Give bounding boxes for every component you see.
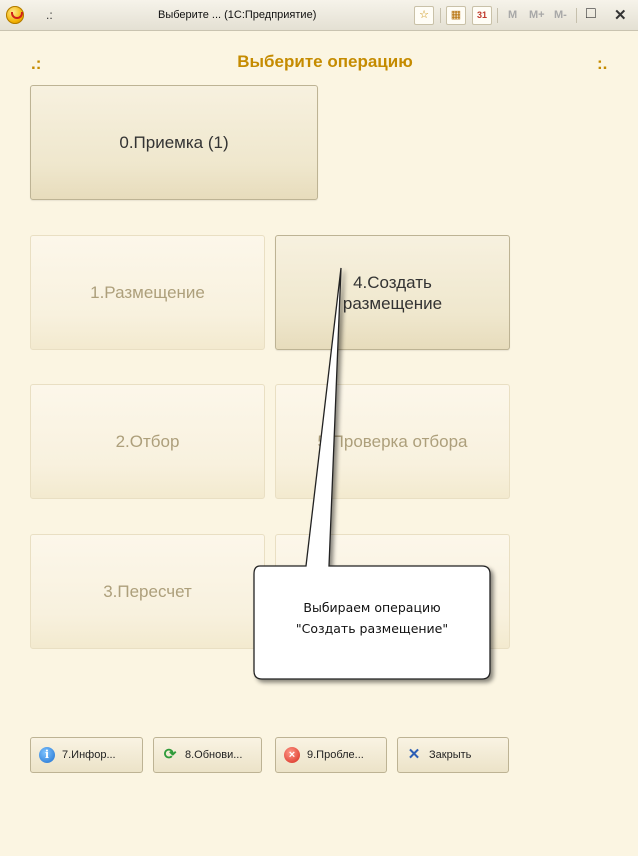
close-button[interactable]: ✕ Закрыть: [397, 737, 509, 773]
button-label: 9.Пробле...: [307, 749, 364, 761]
info-icon: i: [39, 747, 55, 763]
problems-button[interactable]: × 9.Пробле...: [275, 737, 387, 773]
button-label: Закрыть: [429, 749, 472, 761]
button-label: 8.Обнови...: [185, 749, 243, 761]
callout-text: Выбираем операцию "Создать размещение": [254, 597, 490, 639]
callout-line-1: Выбираем операцию: [303, 600, 441, 615]
button-label: 7.Инфор...: [62, 749, 116, 761]
callout-line-2: "Создать размещение": [295, 621, 449, 636]
refresh-icon: ⟳: [163, 746, 177, 763]
info-button[interactable]: i 7.Инфор...: [30, 737, 143, 773]
refresh-button[interactable]: ⟳ 8.Обнови...: [153, 737, 262, 773]
callout-arrow: [253, 267, 491, 680]
close-icon: ✕: [407, 746, 421, 763]
stop-icon: ×: [284, 747, 300, 763]
